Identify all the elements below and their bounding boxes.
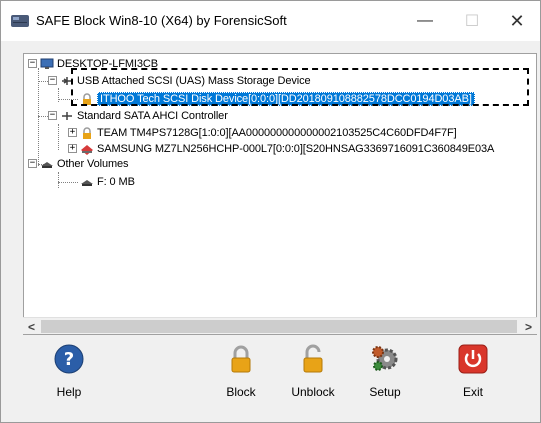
tree-node-usb-controller[interactable]: USB Attached SCSI (UAS) Mass Storage Dev… — [60, 74, 311, 88]
tree-node-sata-controller[interactable]: Standard SATA AHCI Controller — [60, 109, 228, 123]
tree-collapse-toggle[interactable]: − — [48, 111, 57, 120]
setup-label: Setup — [369, 385, 401, 399]
tree-node-label: USB Attached SCSI (UAS) Mass Storage Dev… — [77, 75, 311, 87]
drive-icon — [41, 162, 53, 168]
setup-button[interactable]: Setup — [350, 341, 420, 411]
tree-expand-toggle[interactable]: + — [68, 144, 77, 153]
drive-icon — [81, 180, 93, 186]
tree-node-label: ITHOO Tech SCSI Disk Device[0:0:0][DD201… — [97, 92, 475, 106]
device-tree[interactable]: − DESKTOP-LFMI3CB − USB Attached SCSI (U… — [23, 53, 537, 335]
horizontal-scrollbar[interactable]: < > — [23, 317, 537, 334]
block-button[interactable]: Block — [206, 341, 276, 411]
scroll-right-button[interactable]: > — [520, 318, 537, 335]
exit-button[interactable]: Exit — [438, 341, 508, 411]
tree-connector — [58, 99, 78, 100]
help-button[interactable]: ? Help — [34, 341, 104, 411]
lock-icon — [83, 127, 91, 139]
unblock-label: Unblock — [291, 385, 335, 399]
tree-node-label: F: 0 MB — [97, 176, 135, 188]
block-label: Block — [226, 385, 256, 399]
tree-node-label: Standard SATA AHCI Controller — [77, 110, 228, 122]
tree-collapse-toggle[interactable]: − — [28, 159, 37, 168]
tree-connector — [38, 116, 48, 117]
tree-node-label: SAMSUNG MZ7LN256HCHP-000L7[0:0:0][S20HNS… — [97, 143, 495, 155]
tree-node-other-volumes[interactable]: Other Volumes — [40, 157, 129, 171]
computer-icon — [40, 58, 54, 69]
scroll-left-button[interactable]: < — [23, 318, 40, 335]
tree-node-label: TEAM TM4PS7128G[1:0:0][AA000000000000002… — [97, 127, 457, 139]
minimize-button[interactable]: — — [402, 1, 448, 41]
controller-icon — [62, 112, 72, 120]
window-title: SAFE Block Win8-10 (X64) by ForensicSoft — [36, 13, 287, 28]
tree-connector — [38, 68, 39, 166]
tree-expand-toggle[interactable]: + — [68, 128, 77, 137]
svg-text:?: ? — [64, 349, 74, 370]
tree-node-volume-f[interactable]: F: 0 MB — [80, 175, 135, 189]
tree-node-root[interactable]: DESKTOP-LFMI3CB — [40, 57, 158, 71]
lock-icon — [83, 93, 91, 105]
tree-node-label: Other Volumes — [57, 158, 129, 170]
unlocked-padlock-icon — [303, 344, 323, 373]
usb-icon — [62, 77, 72, 85]
tree-collapse-toggle[interactable]: − — [28, 59, 37, 68]
disk-arrow-icon — [81, 145, 93, 155]
title-bar[interactable]: SAFE Block Win8-10 (X64) by ForensicSoft… — [1, 1, 540, 41]
help-label: Help — [56, 385, 82, 399]
help-icon: ? — [54, 344, 84, 374]
maximize-button[interactable]: ☐ — [449, 1, 495, 41]
tree-node-samsung-disk[interactable]: SAMSUNG MZ7LN256HCHP-000L7[0:0:0][S20HNS… — [80, 142, 494, 156]
close-button[interactable]: ✕ — [494, 1, 540, 41]
tree-connector — [58, 124, 59, 150]
app-window: SAFE Block Win8-10 (X64) by ForensicSoft… — [0, 0, 541, 423]
app-logo-icon — [11, 15, 29, 27]
tree-node-label: DESKTOP-LFMI3CB — [57, 58, 158, 70]
scroll-thumb[interactable] — [41, 320, 517, 333]
power-icon — [458, 344, 488, 374]
tree-collapse-toggle[interactable]: − — [48, 76, 57, 85]
tree-node-team-disk[interactable]: TEAM TM4PS7128G[1:0:0][AA000000000000002… — [80, 126, 457, 140]
tree-connector — [58, 172, 59, 188]
tree-node-usb-disk[interactable]: ITHOO Tech SCSI Disk Device[0:0:0][DD201… — [80, 92, 475, 106]
unblock-button[interactable]: Unblock — [278, 341, 348, 411]
gear-icon — [372, 346, 398, 371]
exit-label: Exit — [462, 385, 483, 399]
tree-connector — [38, 81, 48, 82]
tree-connector — [58, 182, 78, 183]
locked-padlock-icon — [231, 345, 251, 373]
